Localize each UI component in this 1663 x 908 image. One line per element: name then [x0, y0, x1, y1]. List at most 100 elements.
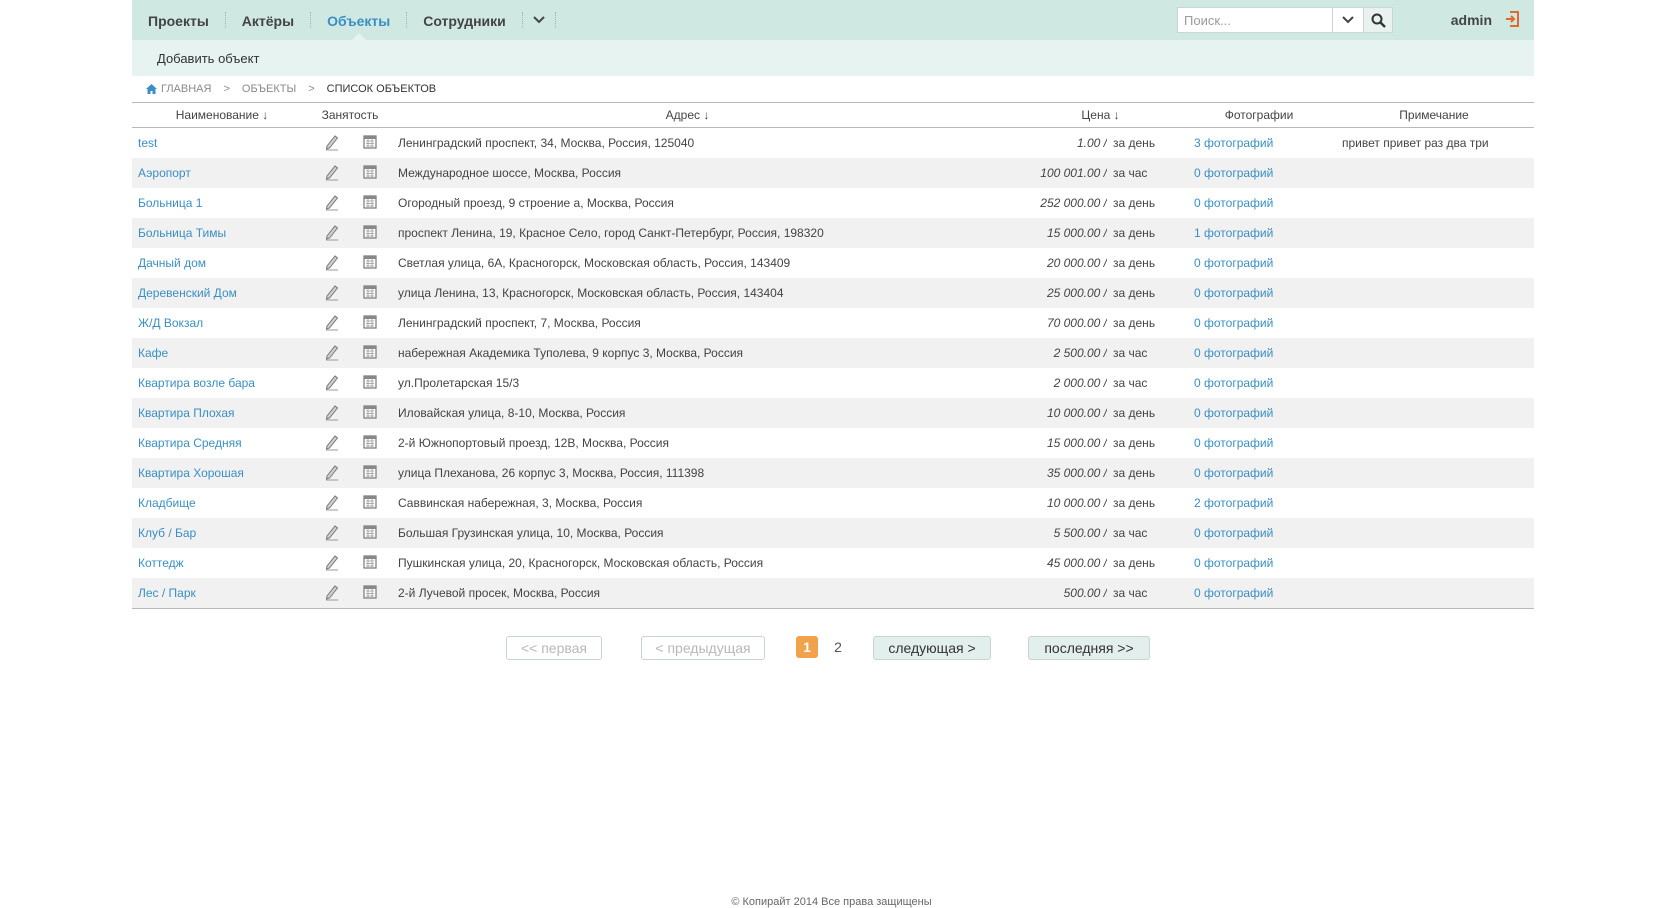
search-box: [1177, 7, 1393, 33]
pencil-icon[interactable]: [324, 523, 340, 544]
object-name-link[interactable]: Больница 1: [138, 196, 202, 210]
photos-link[interactable]: 3 фотографий: [1194, 136, 1273, 150]
object-name-link[interactable]: Лес / Парк: [138, 586, 196, 600]
pencil-icon[interactable]: [324, 373, 340, 394]
object-name-link[interactable]: Аэропорт: [138, 166, 191, 180]
pencil-icon[interactable]: [324, 253, 340, 274]
pencil-icon[interactable]: [324, 313, 340, 334]
photos-link[interactable]: 0 фотографий: [1194, 286, 1273, 300]
photos-link[interactable]: 1 фотографий: [1194, 226, 1273, 240]
price-cell: 10 000.00 /: [987, 398, 1107, 428]
object-name-link[interactable]: Кафе: [138, 346, 168, 360]
photos-link[interactable]: 0 фотографий: [1194, 196, 1273, 210]
last-page-button[interactable]: последняя >>: [1028, 636, 1150, 660]
calendar-icon[interactable]: [363, 164, 377, 182]
calendar-icon[interactable]: [363, 554, 377, 572]
calendar-icon[interactable]: [363, 254, 377, 272]
calendar-icon[interactable]: [363, 524, 377, 542]
photos-link[interactable]: 0 фотографий: [1194, 406, 1273, 420]
pencil-icon[interactable]: [324, 403, 340, 424]
object-name-link[interactable]: Коттедж: [138, 556, 184, 570]
object-name-link[interactable]: Квартира Плохая: [138, 406, 235, 420]
address-cell: Ленинградский проспект, 7, Москва, Росси…: [398, 316, 641, 330]
logout-icon[interactable]: [1504, 10, 1520, 30]
calendar-icon[interactable]: [363, 464, 377, 482]
photos-link[interactable]: 0 фотографий: [1194, 526, 1273, 540]
object-name-cell: Больница Тимы: [132, 218, 312, 248]
search-input[interactable]: [1177, 7, 1332, 33]
object-name-link[interactable]: Деревенский Дом: [138, 286, 237, 300]
search-options-dropdown[interactable]: [1332, 7, 1364, 33]
prev-page-button[interactable]: < предыдущая: [641, 636, 765, 660]
nav-item-projects[interactable]: Проекты: [132, 0, 225, 40]
object-name-cell: Лес / Парк: [132, 578, 312, 609]
object-name-link[interactable]: Клуб / Бар: [138, 526, 196, 540]
object-name-link[interactable]: Квартира Хорошая: [138, 466, 244, 480]
photos-link[interactable]: 2 фотографий: [1194, 496, 1273, 510]
photos-link[interactable]: 0 фотографий: [1194, 316, 1273, 330]
username-link[interactable]: admin: [1451, 12, 1492, 28]
address-cell: Пушкинская улица, 20, Красногорск, Моско…: [398, 556, 764, 570]
pencil-icon[interactable]: [324, 343, 340, 364]
pencil-icon[interactable]: [324, 163, 340, 184]
photos-link[interactable]: 0 фотографий: [1194, 256, 1273, 270]
calendar-icon[interactable]: [363, 584, 377, 602]
next-page-button[interactable]: следующая >: [873, 636, 991, 660]
photos-link[interactable]: 0 фотографий: [1194, 346, 1273, 360]
search-button[interactable]: [1364, 7, 1393, 33]
breadcrumb-home[interactable]: ГЛАВНАЯ: [146, 83, 211, 95]
column-header-address[interactable]: Адрес ↓: [388, 102, 987, 128]
object-name-link[interactable]: Ж/Д Вокзал: [138, 316, 203, 330]
first-page-button[interactable]: << первая: [506, 636, 602, 660]
breadcrumb-objects[interactable]: ОБЪЕКТЫ: [242, 83, 296, 95]
photos-link[interactable]: 0 фотографий: [1194, 556, 1273, 570]
calendar-icon[interactable]: [363, 194, 377, 212]
photos-link[interactable]: 0 фотографий: [1194, 166, 1273, 180]
nav-item-staff[interactable]: Сотрудники: [407, 0, 522, 40]
calendar-icon[interactable]: [363, 314, 377, 332]
calendar-icon[interactable]: [363, 344, 377, 362]
address-cell: Саввинская набережная, 3, Москва, Россия: [398, 496, 643, 510]
pencil-icon[interactable]: [324, 223, 340, 244]
pencil-icon[interactable]: [324, 433, 340, 454]
calendar-icon[interactable]: [363, 224, 377, 242]
note-cell: [1334, 428, 1534, 458]
pagination: << первая < предыдущая 1 2 следующая > п…: [132, 636, 1534, 662]
photos-cell: 0 фотографий: [1184, 578, 1334, 609]
page-number[interactable]: 2: [831, 636, 845, 658]
price-unit-cell: за час: [1107, 338, 1184, 368]
pencil-icon[interactable]: [324, 553, 340, 574]
object-name-cell: Квартира Хорошая: [132, 458, 312, 488]
column-header-name[interactable]: Наименование ↓: [132, 102, 312, 128]
note-cell: [1334, 488, 1534, 518]
column-header-price[interactable]: Цена ↓: [987, 102, 1184, 128]
calendar-icon[interactable]: [363, 374, 377, 392]
pencil-icon[interactable]: [324, 283, 340, 304]
object-name-link[interactable]: Дачный дом: [138, 256, 206, 270]
pencil-icon[interactable]: [324, 133, 340, 154]
object-name-link[interactable]: Больница Тимы: [138, 226, 226, 240]
schedule-cell: [352, 518, 388, 548]
pencil-icon[interactable]: [324, 583, 340, 604]
calendar-icon[interactable]: [363, 494, 377, 512]
calendar-icon[interactable]: [363, 404, 377, 422]
photos-link[interactable]: 0 фотографий: [1194, 586, 1273, 600]
photos-link[interactable]: 0 фотографий: [1194, 436, 1273, 450]
photos-link[interactable]: 0 фотографий: [1194, 466, 1273, 480]
calendar-icon[interactable]: [363, 134, 377, 152]
pencil-icon[interactable]: [324, 493, 340, 514]
object-name-link[interactable]: Кладбище: [138, 496, 196, 510]
object-name-link[interactable]: test: [138, 136, 157, 150]
nav-item-objects[interactable]: Объекты: [311, 0, 406, 40]
calendar-icon[interactable]: [363, 284, 377, 302]
page-number-current[interactable]: 1: [796, 636, 818, 658]
calendar-icon[interactable]: [363, 434, 377, 452]
nav-item-actors[interactable]: Актёры: [226, 0, 310, 40]
object-name-link[interactable]: Квартира Средняя: [138, 436, 242, 450]
pencil-icon[interactable]: [324, 193, 340, 214]
object-name-link[interactable]: Квартира возле бара: [138, 376, 255, 390]
add-object-link[interactable]: Добавить объект: [157, 51, 259, 66]
nav-more-button[interactable]: [523, 0, 555, 40]
photos-link[interactable]: 0 фотографий: [1194, 376, 1273, 390]
pencil-icon[interactable]: [324, 463, 340, 484]
